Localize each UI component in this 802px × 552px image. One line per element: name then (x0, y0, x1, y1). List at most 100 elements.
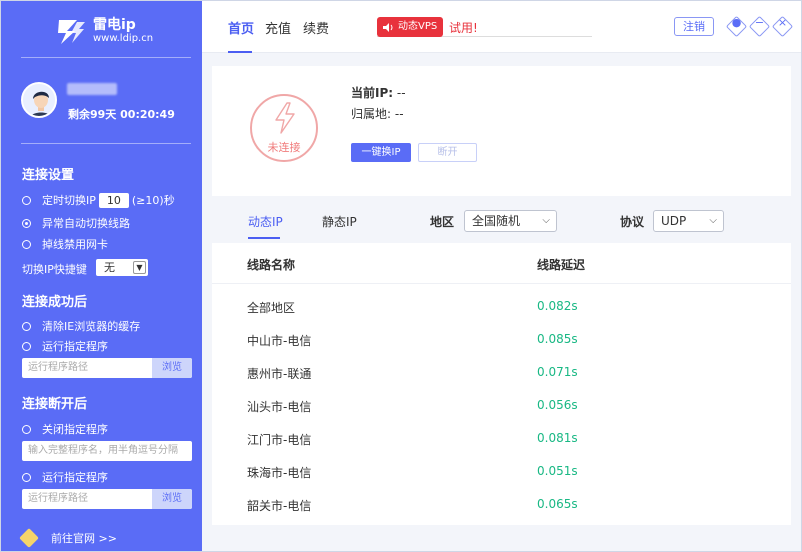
speaker-icon (383, 22, 393, 32)
line-latency: 0.082s (537, 299, 578, 313)
table-row[interactable]: 汕头市-电信 0.056s (212, 388, 791, 421)
line-latency: 0.056s (537, 398, 578, 412)
home-icon (19, 528, 39, 548)
logo-name: 雷电ip (93, 16, 136, 33)
tab-dynamic-ip[interactable]: 动态IP (248, 213, 283, 230)
region-select[interactable]: 全国随机 ⌵ (464, 210, 557, 232)
connect-settings-title: 连接设置 (22, 168, 75, 183)
current-ip-label: 当前IP: (351, 86, 394, 100)
line-name: 珠海市-电信 (247, 466, 312, 480)
on-success-title: 连接成功后 (22, 295, 88, 310)
tab-recharge[interactable]: 充值 (265, 18, 291, 37)
hotkey-select[interactable]: 无 ▼ (96, 259, 148, 276)
table-row[interactable]: 江门市-电信 0.081s (212, 421, 791, 454)
filter-bar: 动态IP 静态IP 地区 全国随机 ⌵ 协议 UDP ⌵ (212, 201, 791, 241)
timer-suffix: (≥10)秒 (131, 194, 175, 207)
auto-switch-label: 异常自动切换线路 (42, 217, 130, 230)
column-line-name: 线路名称 (247, 258, 296, 272)
connection-status-ring[interactable]: 未连接 (250, 94, 318, 162)
tab-home[interactable]: 首页 (228, 18, 254, 37)
line-name: 江门市-电信 (247, 433, 312, 447)
lightning-icon (275, 102, 295, 134)
disable-nic-label: 掉线禁用网卡 (42, 238, 108, 251)
notice-bar[interactable]: 动态VPS 试用! (377, 15, 592, 37)
filter-tab-indicator (248, 237, 280, 239)
clear-cache-option[interactable]: 清除IE浏览器的缓存 (22, 318, 140, 334)
lightning-logo-icon (58, 20, 85, 44)
tab-static-ip[interactable]: 静态IP (322, 213, 357, 230)
disconnect-button[interactable]: 断开 (418, 143, 477, 162)
success-browse-button[interactable]: 浏览 (152, 358, 192, 378)
disable-nic-radio[interactable] (22, 239, 31, 249)
header: 首页 充值 续费 动态VPS 试用! 注销 ● − × (202, 1, 801, 53)
region-label: 地区 (430, 215, 455, 229)
avatar[interactable] (21, 82, 57, 118)
success-program-path-input[interactable]: 运行程序路径 浏览 (22, 358, 192, 378)
clear-cache-radio[interactable] (22, 321, 31, 331)
notice-text: 试用! (449, 21, 478, 35)
logo: 雷电ip www.ldip.cn (55, 15, 153, 47)
auto-switch-radio[interactable] (22, 218, 31, 228)
close-program-label: 关闭指定程序 (42, 423, 108, 436)
user-avatar-icon (23, 84, 55, 116)
location-line: 归属地: -- (351, 105, 404, 122)
disconnect-browse-button[interactable]: 浏览 (152, 489, 192, 509)
connection-card: 未连接 当前IP: -- 归属地: -- 一键换IP 断开 (212, 66, 791, 196)
switch-ip-button[interactable]: 一键换IP (351, 143, 411, 162)
table-row[interactable]: 韶关市-电信 0.065s (212, 487, 791, 520)
line-name: 汕头市-电信 (247, 400, 312, 414)
connection-status-text: 未连接 (267, 141, 301, 154)
line-name: 韶关市-电信 (247, 499, 312, 513)
table-header: 线路名称 线路延迟 (212, 243, 791, 284)
run-program-disconnect-radio[interactable] (22, 472, 31, 482)
region-value: 全国随机 (472, 214, 521, 228)
run-program-success-radio[interactable] (22, 341, 31, 351)
sidebar: 雷电ip www.ldip.cn 剩余99天 00:20:49 连接设置 定时切… (1, 1, 202, 551)
protocol-label: 协议 (620, 215, 645, 229)
minimize-glyph-icon: − (754, 16, 765, 29)
app-window: 雷电ip www.ldip.cn 剩余99天 00:20:49 连接设置 定时切… (0, 0, 802, 552)
timer-seconds-input[interactable]: 10 (98, 192, 129, 208)
tab-renew[interactable]: 续费 (303, 18, 329, 37)
chevron-down-icon: ▼ (133, 261, 146, 274)
timer-switch-radio[interactable] (22, 195, 31, 205)
line-latency: 0.071s (537, 365, 578, 379)
official-site-link[interactable]: 前往官网 >> (19, 528, 117, 548)
remaining-time: 剩余99天 00:20:49 (68, 108, 175, 121)
on-disconnect-title: 连接断开后 (22, 397, 88, 412)
line-latency: 0.085s (537, 332, 578, 346)
notice-badge[interactable]: 动态VPS (377, 17, 444, 37)
close-program-radio[interactable] (22, 424, 31, 434)
run-program-success-label: 运行指定程序 (42, 340, 108, 353)
line-table: 线路名称 线路延迟 全部地区 0.082s 中山市-电信 0.085s 惠州市-… (212, 243, 791, 525)
disconnect-program-path-input[interactable]: 运行程序路径 浏览 (22, 489, 192, 509)
table-row[interactable]: 中山市-电信 0.085s (212, 322, 791, 355)
chevron-down-icon: ⌵ (709, 215, 717, 226)
current-ip-value: -- (396, 86, 406, 100)
logout-button[interactable]: 注销 (674, 17, 714, 36)
timer-switch-option[interactable]: 定时切换IP 10 (≥10)秒 (22, 192, 175, 208)
line-latency: 0.081s (537, 431, 578, 445)
line-name: 惠州市-联通 (247, 367, 312, 381)
qq-glyph-icon: ● (731, 16, 742, 29)
table-row[interactable]: 全部地区 0.082s (212, 289, 791, 322)
current-ip-line: 当前IP: -- (351, 84, 406, 101)
line-latency: 0.065s (537, 497, 578, 511)
protocol-select[interactable]: UDP ⌵ (653, 210, 724, 232)
auto-switch-option[interactable]: 异常自动切换线路 (22, 215, 130, 231)
username-masked (67, 83, 117, 95)
active-tab-indicator (228, 51, 252, 53)
column-latency: 线路延迟 (537, 258, 586, 272)
chevron-down-icon: ⌵ (542, 215, 550, 226)
table-row[interactable]: 珠海市-电信 0.051s (212, 454, 791, 487)
close-program-option[interactable]: 关闭指定程序 (22, 421, 108, 437)
run-program-disconnect-option[interactable]: 运行指定程序 (22, 469, 108, 485)
line-latency: 0.051s (537, 464, 578, 478)
hotkey-label: 切换IP快捷键 (22, 263, 87, 276)
close-program-input[interactable]: 输入完整程序名，用半角逗号分隔 (22, 441, 192, 461)
line-name: 中山市-电信 (247, 334, 312, 348)
table-row[interactable]: 惠州市-联通 0.071s (212, 355, 791, 388)
run-program-success-option[interactable]: 运行指定程序 (22, 338, 108, 354)
disable-nic-option[interactable]: 掉线禁用网卡 (22, 236, 108, 252)
protocol-value: UDP (661, 214, 687, 228)
